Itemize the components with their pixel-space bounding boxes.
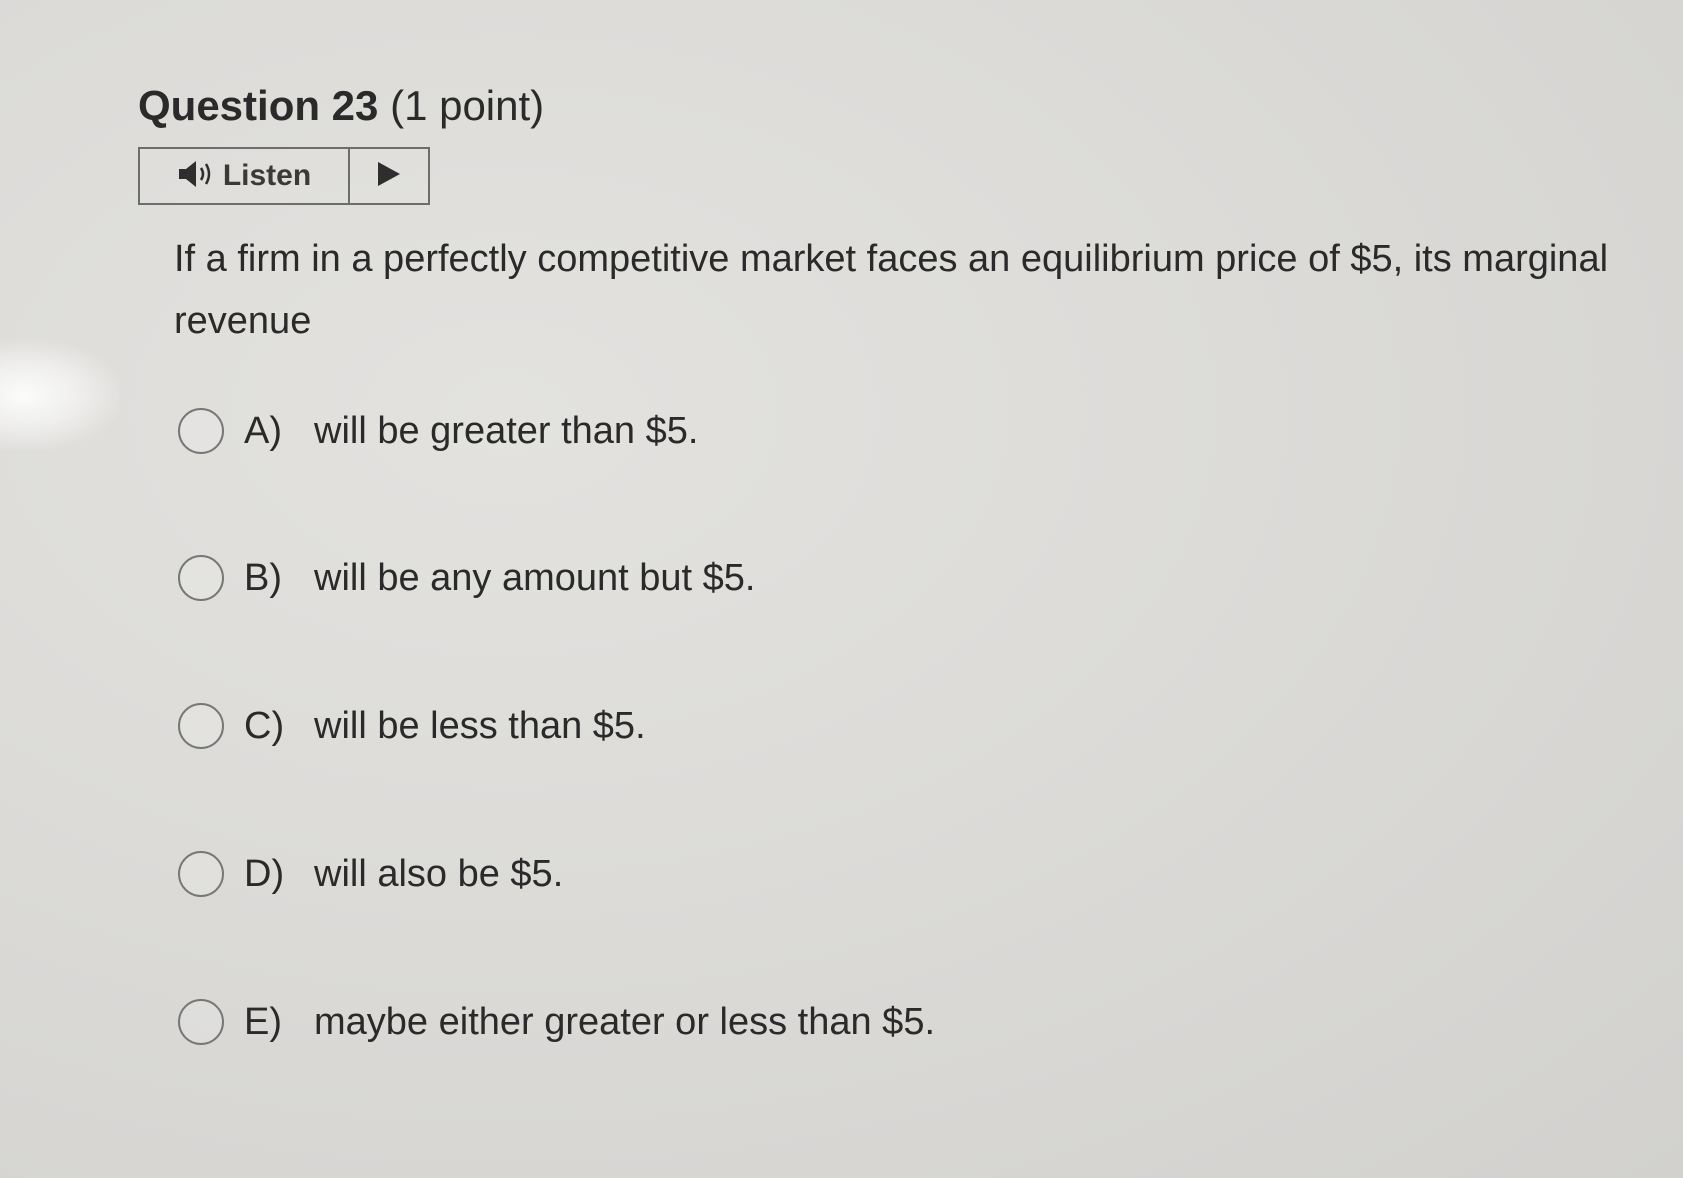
question-points: (1 point) [390,82,545,129]
listen-widget: Listen [138,147,430,205]
option-text: will also be $5. [314,852,564,895]
option-letter: A) [244,409,282,452]
radio-button[interactable] [178,703,224,749]
radio-button[interactable] [178,999,224,1045]
option-c[interactable]: C) will be less than $5. [178,703,646,749]
option-text: will be greater than $5. [314,409,699,452]
speaker-icon [177,159,215,194]
option-e[interactable]: E) maybe either greater or less than $5. [178,999,935,1045]
option-text: will be any amount but $5. [314,556,756,599]
option-letter: E) [244,1000,282,1043]
play-icon [376,160,402,193]
play-button[interactable] [350,149,428,203]
option-text: will be less than $5. [314,704,646,747]
radio-button[interactable] [178,555,224,601]
option-letter: C) [244,704,285,747]
option-text: maybe either greater or less than $5. [314,1000,936,1043]
option-a[interactable]: A) will be greater than $5. [178,408,698,454]
option-letter: D) [244,852,285,895]
option-letter: B) [244,556,282,599]
listen-label: Listen [222,159,312,192]
listen-button[interactable]: Listen [140,149,350,203]
radio-button[interactable] [178,408,224,454]
question-number: Question 23 [138,82,379,129]
option-d[interactable]: D) will also be $5. [178,851,563,897]
option-b[interactable]: B) will be any amount but $5. [178,555,756,601]
question-text: If a firm in a perfectly competitive mar… [174,238,1609,342]
question-header: Question 23 (1 point) [138,78,544,134]
radio-button[interactable] [178,851,224,897]
screen-glare [0,340,120,450]
